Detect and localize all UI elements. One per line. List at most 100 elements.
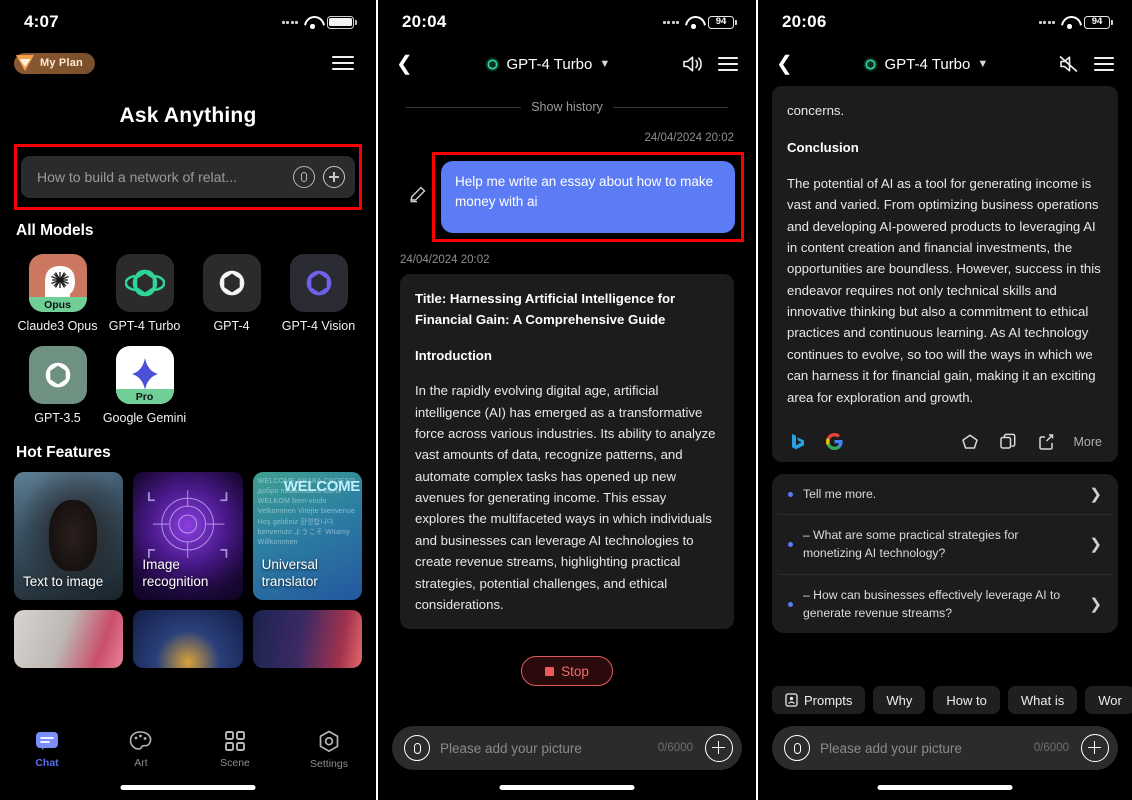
message-actions-row: More <box>772 421 1118 462</box>
chevron-down-icon: ▼ <box>599 58 611 70</box>
speaker-muted-icon[interactable] <box>1058 55 1080 73</box>
wifi-icon <box>304 16 321 29</box>
hamburger-menu-icon[interactable] <box>718 57 738 71</box>
plus-icon[interactable] <box>705 734 733 762</box>
back-chevron-icon[interactable]: ❮ <box>776 54 793 74</box>
message-composer[interactable]: Please add your picture 0/6000 <box>772 726 1118 770</box>
suggestion-item[interactable]: Tell me more. ❯ <box>778 474 1112 516</box>
pentagon-favorite-icon[interactable] <box>960 432 980 451</box>
share-icon[interactable] <box>1036 432 1056 451</box>
suggestion-item[interactable]: – What are some practical strategies for… <box>778 515 1112 575</box>
openai-icon <box>28 346 87 404</box>
show-history-label: Show history <box>531 100 603 114</box>
stop-square-icon <box>545 666 555 676</box>
chip-what-is[interactable]: What is <box>1007 686 1078 714</box>
user-message-timestamp: 24/04/2024 20:02 <box>644 132 734 144</box>
feature-card-extra-1[interactable] <box>14 610 124 668</box>
chip-how-to[interactable]: How to <box>933 686 1000 714</box>
ai-body-text: In the rapidly evolving digital age, art… <box>415 383 716 612</box>
search-input[interactable]: How to build a network of relat... <box>21 156 355 198</box>
chip-why[interactable]: Why <box>873 686 926 714</box>
models-grid: Opus Claude3 Opus GPT-4 Turbo GPT-4 GPT-… <box>0 254 376 426</box>
tab-chat[interactable]: Chat <box>0 730 94 769</box>
wifi-icon <box>685 16 702 29</box>
divider-line-right <box>612 106 728 108</box>
settings-icon <box>319 730 339 753</box>
back-chevron-icon[interactable]: ❮ <box>396 54 413 74</box>
more-label[interactable]: More <box>1074 435 1102 449</box>
feature-card-extra-3[interactable] <box>252 610 362 668</box>
hamburger-menu-icon[interactable] <box>1094 57 1114 71</box>
my-plan-badge[interactable]: My Plan <box>14 52 95 74</box>
mic-icon[interactable] <box>293 166 315 188</box>
chat-navbar: ❮ GPT-4 Turbo ▼ <box>758 44 1132 84</box>
bullet-dot-icon <box>788 491 793 497</box>
bing-icon[interactable] <box>788 432 807 451</box>
mic-icon[interactable] <box>784 735 810 761</box>
model-item-claude3-opus[interactable]: Opus Claude3 Opus <box>14 254 101 334</box>
chevron-right-icon: ❯ <box>1089 596 1102 614</box>
model-item-gpt4[interactable]: GPT-4 <box>188 254 275 334</box>
model-label: GPT-4 Turbo <box>108 319 181 333</box>
plus-icon[interactable] <box>323 166 345 188</box>
stop-button[interactable]: Stop <box>521 656 613 686</box>
tab-scene[interactable]: Scene <box>188 730 282 769</box>
model-name: GPT-4 Turbo <box>506 55 593 73</box>
chat-icon <box>36 732 58 750</box>
model-item-gpt4-vision[interactable]: GPT-4 Vision <box>275 254 362 334</box>
model-selector[interactable]: GPT-4 Turbo ▼ <box>485 55 611 73</box>
model-tag: Pro <box>115 389 174 404</box>
model-item-google-gemini[interactable]: Pro Google Gemini <box>101 346 188 426</box>
chip-wor[interactable]: Wor <box>1085 686 1132 714</box>
search-highlight-box: How to build a network of relat... <box>14 144 362 210</box>
home-indicator <box>120 785 256 790</box>
status-indicators <box>281 15 357 29</box>
battery-icon: 94 <box>708 15 737 29</box>
my-plan-label: My Plan <box>40 57 83 69</box>
feature-card-extra-2[interactable] <box>133 610 243 668</box>
three-phone-screenshots: 4:07 My Plan Ask Anything How to build a… <box>0 0 1132 800</box>
openai-icon <box>289 254 348 312</box>
tab-settings[interactable]: Settings <box>282 730 376 770</box>
home-indicator <box>499 785 635 790</box>
speaker-on-icon[interactable] <box>682 55 704 73</box>
feature-card-text-to-image[interactable]: Text to image <box>14 472 124 600</box>
mic-icon[interactable] <box>404 735 430 761</box>
show-history-divider[interactable]: Show history <box>378 100 756 114</box>
model-label: Claude3 Opus <box>17 319 98 333</box>
google-icon[interactable] <box>825 432 844 451</box>
tab-label: Chat <box>35 757 59 769</box>
suggestion-item[interactable]: – How can businesses effectively leverag… <box>778 575 1112 634</box>
hamburger-menu-icon[interactable] <box>332 56 354 70</box>
pencil-icon[interactable] <box>409 185 427 203</box>
palette-icon <box>129 731 152 750</box>
copy-icon[interactable] <box>998 432 1018 451</box>
feature-card-image-recognition[interactable]: Image recognition <box>133 472 243 600</box>
model-selector[interactable]: GPT-4 Turbo ▼ <box>863 56 988 73</box>
suggestion-text: Tell me more. <box>803 486 877 501</box>
plus-icon[interactable] <box>1081 734 1109 762</box>
chip-prompts[interactable]: Prompts <box>772 686 866 714</box>
status-time: 4:07 <box>24 12 59 31</box>
suggestions-list: Tell me more. ❯ – What are some practica… <box>772 473 1118 634</box>
chevron-right-icon: ❯ <box>1089 486 1102 504</box>
battery-icon: 94 <box>1084 15 1113 29</box>
battery-level: 94 <box>715 16 727 28</box>
model-item-gpt35[interactable]: GPT-3.5 <box>14 346 101 426</box>
chevron-right-icon: ❯ <box>1089 536 1102 554</box>
openai-icon <box>485 57 499 71</box>
model-label: GPT-4 <box>213 319 250 333</box>
suggestion-text: – How can businesses effectively leverag… <box>803 587 1061 621</box>
feature-caption: Text to image <box>23 574 104 590</box>
chat-navbar: ❮ GPT-4 Turbo ▼ <box>378 44 756 84</box>
tab-art[interactable]: Art <box>94 730 188 769</box>
message-composer[interactable]: Please add your picture 0/6000 <box>392 726 742 770</box>
chip-label: Why <box>886 692 913 708</box>
gemini-icon: Pro <box>115 346 174 404</box>
page-title: Ask Anything <box>119 104 257 127</box>
openai-icon <box>202 254 261 312</box>
model-item-gpt4-turbo[interactable]: GPT-4 Turbo <box>101 254 188 334</box>
home-indicator <box>877 785 1013 790</box>
wifi-icon <box>1061 16 1078 29</box>
feature-card-universal-translator[interactable]: WELCOME ARABA CROESO добро пожаловать al… <box>252 472 362 600</box>
